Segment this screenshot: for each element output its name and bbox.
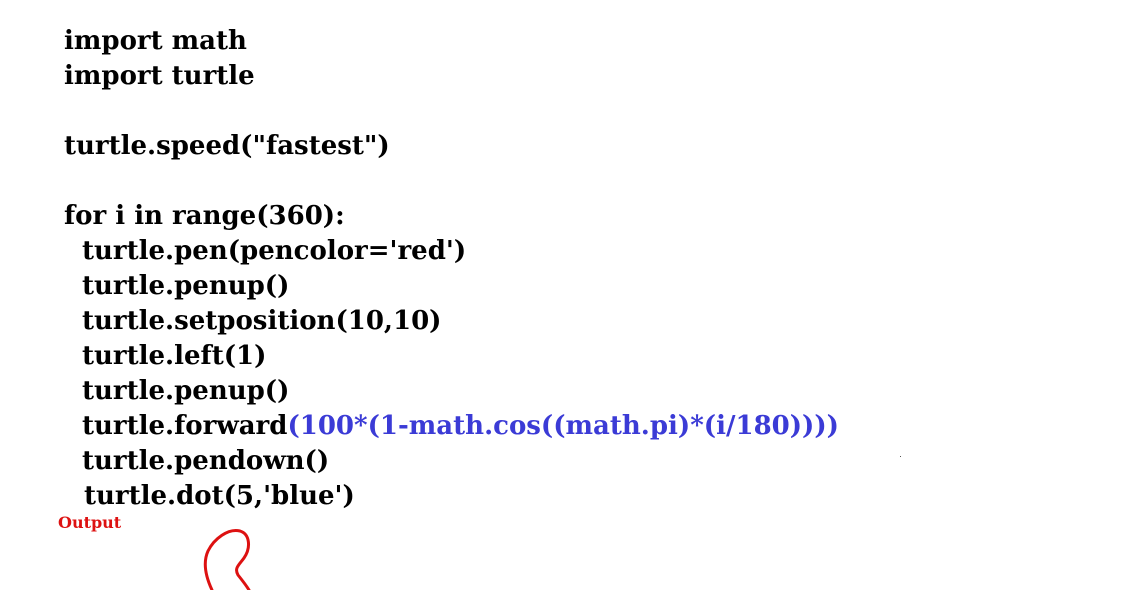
output-drawing [203, 529, 251, 590]
output-curve [203, 529, 251, 590]
